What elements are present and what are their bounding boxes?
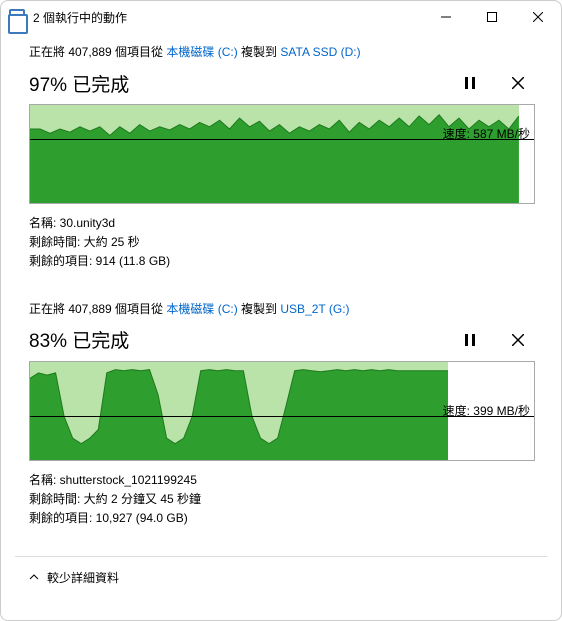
details-toggle[interactable]: 較少詳細資料 xyxy=(1,557,561,598)
source-dest-line: 正在將 407,889 個項目從 本機磁碟 (C:) 複製到 USB_2T (G… xyxy=(29,300,533,317)
details-toggle-label: 較少詳細資料 xyxy=(47,569,119,586)
cancel-button[interactable] xyxy=(503,68,533,98)
window-title: 2 個執行中的動作 xyxy=(33,9,423,26)
operation-block: 正在將 407,889 個項目從 本機磁碟 (C:) 複製到 USB_2T (G… xyxy=(29,300,533,529)
pause-button[interactable] xyxy=(455,325,485,355)
speed-chart: 速度: 399 MB/秒 xyxy=(29,361,535,461)
cancel-button[interactable] xyxy=(503,325,533,355)
dest-link[interactable]: SATA SSD (D:) xyxy=(280,45,360,59)
chevron-up-icon xyxy=(29,571,39,585)
dest-link[interactable]: USB_2T (G:) xyxy=(280,302,349,316)
time-remaining-line: 剩餘時間: 大約 2 分鐘又 45 秒鐘 xyxy=(29,490,533,509)
close-button[interactable] xyxy=(515,1,561,33)
file-name-line: 名稱: shutterstock_1021199245 xyxy=(29,471,533,490)
minimize-button[interactable] xyxy=(423,1,469,33)
speed-label: 速度: 587 MB/秒 xyxy=(443,125,530,142)
percent-complete: 83% 已完成 xyxy=(29,326,437,353)
percent-complete: 97% 已完成 xyxy=(29,70,437,97)
items-remaining-line: 剩餘的項目: 914 (11.8 GB) xyxy=(29,252,533,271)
time-remaining-line: 剩餘時間: 大約 25 秒 xyxy=(29,233,533,252)
speed-label: 速度: 399 MB/秒 xyxy=(443,402,530,419)
source-link[interactable]: 本機磁碟 (C:) xyxy=(166,45,237,59)
speed-chart: 速度: 587 MB/秒 xyxy=(29,104,535,204)
source-dest-line: 正在將 407,889 個項目從 本機磁碟 (C:) 複製到 SATA SSD … xyxy=(29,43,533,60)
items-remaining-line: 剩餘的項目: 10,927 (94.0 GB) xyxy=(29,509,533,528)
maximize-button[interactable] xyxy=(469,1,515,33)
source-link[interactable]: 本機磁碟 (C:) xyxy=(166,302,237,316)
operation-block: 正在將 407,889 個項目從 本機磁碟 (C:) 複製到 SATA SSD … xyxy=(29,43,533,272)
file-name-line: 名稱: 30.unity3d xyxy=(29,214,533,233)
pause-button[interactable] xyxy=(455,68,485,98)
copy-icon xyxy=(9,9,25,25)
